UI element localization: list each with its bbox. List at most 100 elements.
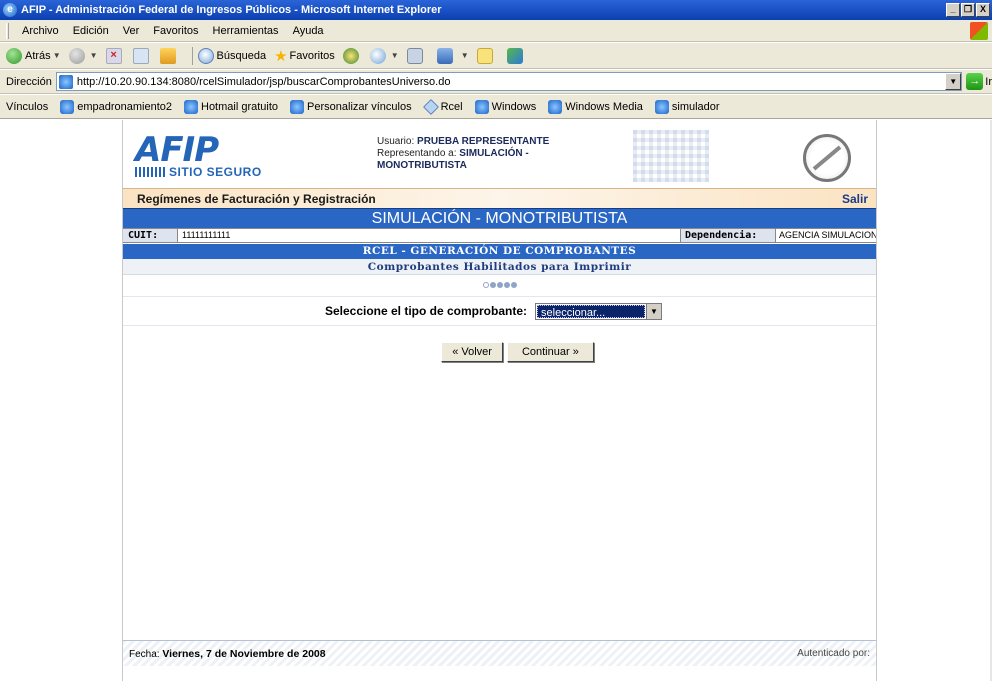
address-label: Dirección bbox=[6, 75, 52, 88]
comprobante-selector-row: Seleccione el tipo de comprobante: selec… bbox=[123, 296, 876, 326]
go-button[interactable]: → Ir bbox=[966, 73, 992, 90]
toolbar-separator bbox=[191, 46, 193, 65]
link-simulador[interactable]: simulador bbox=[654, 99, 720, 114]
comprobante-type-select[interactable]: seleccionar... ▼ bbox=[535, 302, 663, 320]
address-bar: Dirección http://10.20.90.134:8080/rcelS… bbox=[0, 70, 992, 94]
menu-bar: Archivo Edición Ver Favoritos Herramient… bbox=[0, 20, 992, 42]
go-label: Ir bbox=[985, 75, 992, 88]
sitio-seguro-label: SITIO SEGURO bbox=[169, 165, 262, 179]
history-button[interactable] bbox=[342, 47, 362, 64]
page-icon bbox=[58, 74, 73, 89]
menu-herramientas[interactable]: Herramientas bbox=[206, 25, 286, 37]
back-button[interactable]: Atrás ▼ bbox=[6, 47, 61, 64]
date-label: Fecha: bbox=[129, 648, 160, 660]
toolbar-grip bbox=[6, 22, 9, 39]
menu-ver[interactable]: Ver bbox=[116, 25, 147, 37]
user-name: PRUEBA REPRESENTANTE bbox=[417, 136, 550, 147]
chevron-down-icon[interactable]: ▼ bbox=[646, 303, 662, 319]
favorites-label: Favoritos bbox=[289, 49, 335, 62]
search-button[interactable]: Búsqueda bbox=[197, 47, 267, 64]
stop-icon: × bbox=[105, 47, 122, 64]
menu-favoritos[interactable]: Favoritos bbox=[146, 25, 205, 37]
forward-dropdown-icon[interactable]: ▼ bbox=[90, 51, 98, 60]
discuss-button[interactable] bbox=[476, 47, 499, 64]
page-icon bbox=[654, 99, 669, 114]
print-icon bbox=[406, 47, 423, 64]
dependencia-value: AGENCIA SIMULACION bbox=[779, 230, 876, 240]
windows-logo-icon bbox=[970, 22, 988, 40]
link-windows[interactable]: Windows bbox=[474, 99, 536, 114]
internet-explorer-icon: e bbox=[3, 3, 17, 17]
cuit-label: CUIT: bbox=[123, 229, 178, 242]
link-hotmail[interactable]: Hotmail gratuito bbox=[184, 99, 278, 114]
edit-dropdown-icon[interactable]: ▼ bbox=[461, 51, 469, 60]
representing-label: Representando a: bbox=[377, 148, 457, 159]
close-button[interactable]: X bbox=[976, 3, 990, 17]
logout-link[interactable]: Salir bbox=[842, 192, 868, 206]
representing-name: SIMULACIÓN - bbox=[459, 148, 529, 159]
step-dot bbox=[489, 282, 496, 288]
minimize-button[interactable]: _ bbox=[946, 3, 960, 17]
home-icon bbox=[159, 47, 176, 64]
search-icon bbox=[197, 47, 214, 64]
mail-icon bbox=[369, 47, 386, 64]
cuit-value: 11111111111 bbox=[182, 230, 231, 240]
menu-archivo[interactable]: Archivo bbox=[15, 25, 66, 37]
link-personalizar[interactable]: Personalizar vínculos bbox=[290, 99, 412, 114]
mail-button[interactable]: ▼ bbox=[369, 47, 399, 64]
page-title: SIMULACIÓN - MONOTRIBUTISTA bbox=[123, 208, 876, 228]
mail-dropdown-icon[interactable]: ▼ bbox=[391, 51, 399, 60]
user-info: Usuario: PRUEBA REPRESENTANTE Representa… bbox=[377, 136, 549, 172]
link-rcel[interactable]: Rcel bbox=[422, 98, 463, 115]
window-title: AFIP - Administración Federal de Ingreso… bbox=[21, 4, 442, 16]
print-button[interactable] bbox=[406, 47, 429, 64]
continue-button[interactable]: Continuar » bbox=[506, 342, 594, 362]
stop-button[interactable]: × bbox=[105, 47, 125, 64]
link-empadronamiento2[interactable]: empadronamiento2 bbox=[60, 99, 172, 114]
edit-button[interactable]: ▼ bbox=[436, 47, 469, 64]
forward-button[interactable]: ▼ bbox=[68, 47, 98, 64]
links-label: Vínculos bbox=[6, 100, 49, 113]
link-windows-media[interactable]: Windows Media bbox=[548, 99, 643, 114]
address-url[interactable]: http://10.20.90.134:8080/rcelSimulador/j… bbox=[77, 76, 945, 88]
address-dropdown-icon[interactable]: ▼ bbox=[945, 73, 962, 90]
header-pattern bbox=[633, 130, 709, 182]
browser-viewport: AFIP SITIO SEGURO Usuario: PRUEBA REPRES… bbox=[0, 120, 992, 681]
comprobante-type-value[interactable]: seleccionar... bbox=[537, 304, 646, 318]
messenger-button[interactable] bbox=[506, 47, 529, 64]
star-icon: ★ bbox=[274, 47, 288, 65]
step-dot-current bbox=[482, 282, 489, 288]
window-controls: _ ❐ X bbox=[945, 3, 990, 17]
sitio-seguro-seal-icon bbox=[803, 134, 851, 182]
representing-name-2: MONOTRIBUTISTA bbox=[377, 160, 467, 171]
user-label: Usuario: bbox=[377, 136, 415, 147]
favorites-button[interactable]: ★ Favoritos bbox=[274, 47, 335, 65]
comprobante-type-label: Seleccione el tipo de comprobante: bbox=[324, 304, 528, 318]
address-input[interactable]: http://10.20.90.134:8080/rcelSimulador/j… bbox=[55, 72, 963, 91]
back-dropdown-icon[interactable]: ▼ bbox=[53, 51, 61, 60]
links-bar: Vínculos empadronamiento2 Hotmail gratui… bbox=[0, 95, 992, 119]
standard-toolbar: Atrás ▼ ▼ × Búsqueda ★ Favoritos ▼ ▼ bbox=[0, 43, 992, 69]
refresh-button[interactable] bbox=[132, 47, 152, 64]
date-value: Viernes, 7 de Noviembre de 2008 bbox=[162, 647, 326, 660]
section-navbar: Regímenes de Facturación y Registración … bbox=[123, 188, 876, 208]
window-titlebar: e AFIP - Administración Federal de Ingre… bbox=[0, 0, 992, 20]
page-icon bbox=[548, 99, 563, 114]
menu-ayuda[interactable]: Ayuda bbox=[286, 25, 331, 37]
search-label: Búsqueda bbox=[216, 49, 267, 62]
edit-icon bbox=[436, 47, 453, 64]
menu-edicion[interactable]: Edición bbox=[66, 25, 116, 37]
footer-date: Fecha: Viernes, 7 de Noviembre de 2008 bbox=[129, 648, 326, 660]
page-footer: Fecha: Viernes, 7 de Noviembre de 2008 A… bbox=[123, 640, 876, 666]
afip-page: AFIP SITIO SEGURO Usuario: PRUEBA REPRES… bbox=[122, 120, 877, 681]
page-icon bbox=[184, 99, 198, 114]
history-icon bbox=[342, 47, 359, 64]
back-form-button[interactable]: « Volver bbox=[441, 342, 503, 362]
section-name: Regímenes de Facturación y Registración bbox=[137, 191, 376, 206]
discuss-icon bbox=[476, 47, 493, 64]
afip-logo-text: AFIP bbox=[135, 130, 219, 170]
home-button[interactable] bbox=[159, 47, 179, 64]
diamond-icon bbox=[422, 98, 439, 115]
dependencia-label: Dependencia: bbox=[680, 229, 776, 242]
restore-button[interactable]: ❐ bbox=[961, 3, 975, 17]
